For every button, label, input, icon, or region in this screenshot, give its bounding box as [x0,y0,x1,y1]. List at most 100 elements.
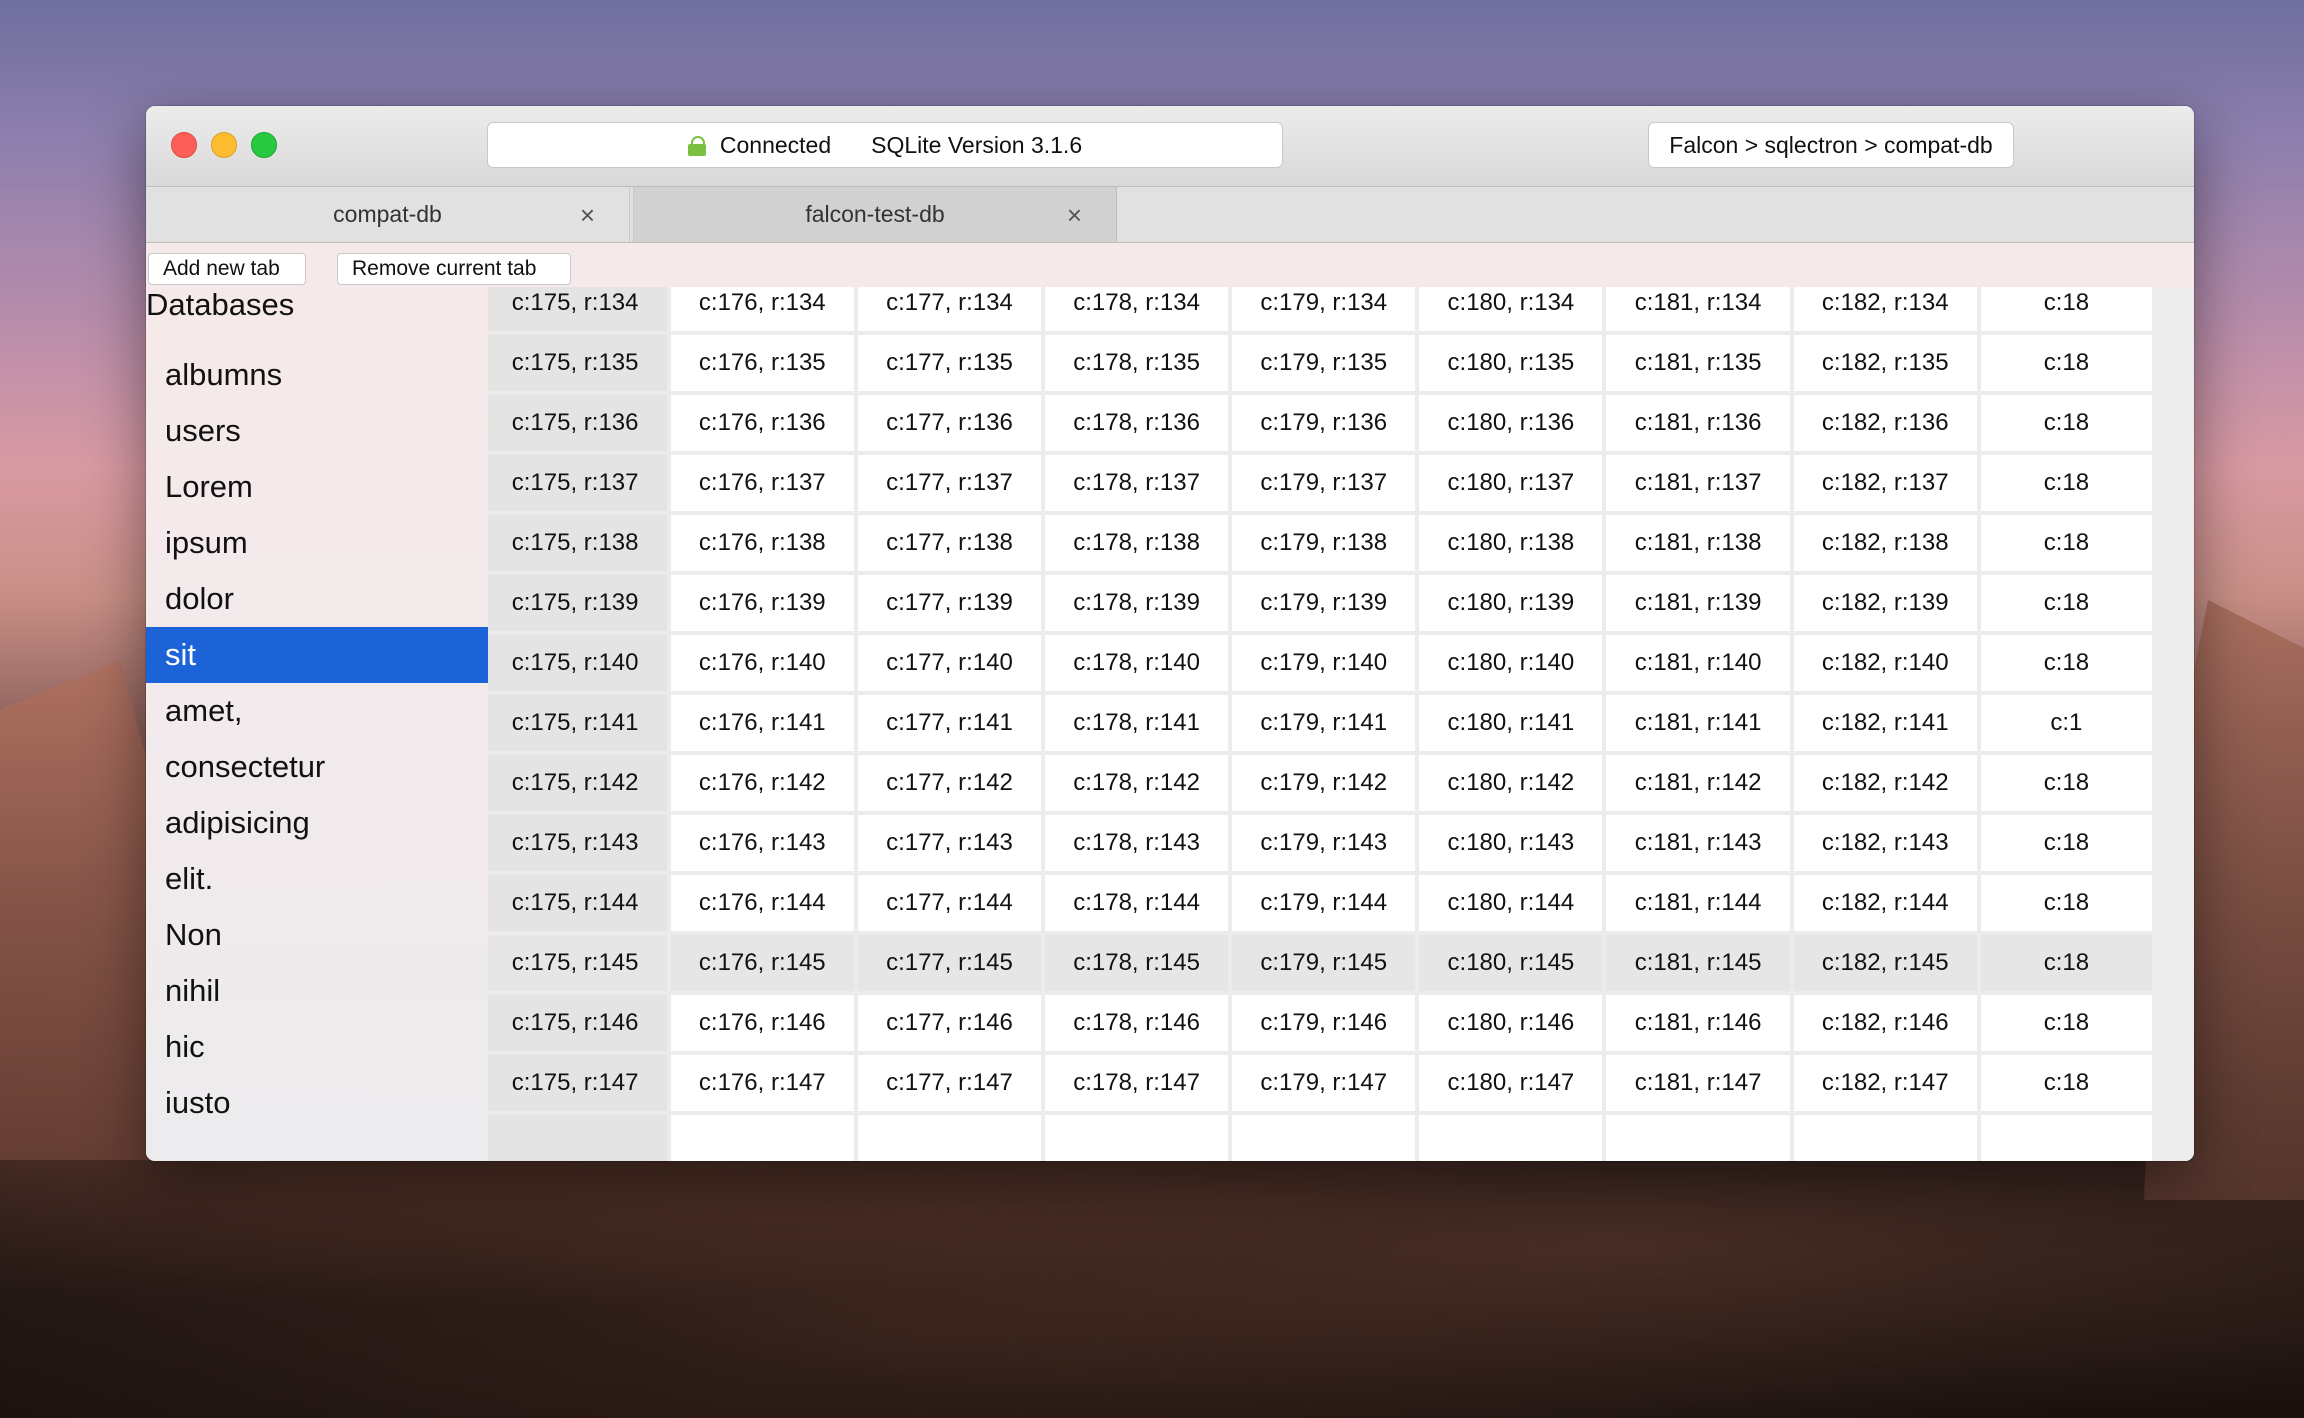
database-item[interactable]: dolor [146,571,488,627]
close-window-button[interactable] [171,132,197,158]
table-row[interactable]: c:175, r:145 c:176, r:145 c:177, r:145 c:17… [488,935,2152,991]
table-cell[interactable]: c:178, r:143 [1045,815,1229,871]
table-row[interactable]: c:175, r:140 c:176, r:140 c:177, r:140 c:17… [488,635,2152,691]
database-item[interactable]: amet, [146,683,488,739]
table-cell[interactable]: c:178, r:136 [1045,395,1229,451]
table-cell[interactable]: c:175, r:143 [488,815,667,871]
table-cell[interactable]: c:18 [1980,455,2152,511]
table-cell[interactable]: c:181, r:143 [1606,815,1790,871]
database-item[interactable]: nihil [146,963,488,1019]
table-cell[interactable]: c:18 [1980,515,2152,571]
table-cell[interactable]: c:181, r:136 [1606,395,1790,451]
table-cell[interactable]: c:179, r:137 [1232,455,1416,511]
database-item[interactable]: elit. [146,851,488,907]
table-cell[interactable]: c:180, r:146 [1419,995,1603,1051]
table-cell[interactable]: c:178, r:139 [1045,575,1229,631]
table-cell[interactable]: c:178, r:135 [1045,335,1229,391]
table-cell[interactable]: c:18 [1980,635,2152,691]
table-cell[interactable]: c:179, r:141 [1232,695,1416,751]
add-new-tab-button[interactable]: Add new tab [148,253,306,285]
table-cell[interactable]: c:178, r:134 [1045,287,1229,331]
table-cell[interactable]: c:182, r:146 [1793,995,1977,1051]
table-cell[interactable]: c:178, r:137 [1045,455,1229,511]
table-cell[interactable]: c:178, r:140 [1045,635,1229,691]
table-cell[interactable]: c:175, r:142 [488,755,667,811]
table-cell[interactable]: c:181, r:145 [1606,935,1790,991]
table-cell[interactable]: c:179, r:147 [1232,1055,1416,1111]
table-cell[interactable]: c:181, r:142 [1606,755,1790,811]
table-cell[interactable]: c:178, r:147 [1045,1055,1229,1111]
table-cell[interactable]: c:182, r:142 [1793,755,1977,811]
table-cell[interactable]: c:182, r:134 [1793,287,1977,331]
table-cell[interactable]: c:177, r:140 [857,635,1042,691]
table-cell[interactable]: c:176, r:139 [670,575,854,631]
table-cell[interactable]: c:18 [1980,995,2152,1051]
table-row[interactable]: c:175, r:143 c:176, r:143 c:177, r:143 c:17… [488,815,2152,871]
table-cell[interactable]: c:177, r:141 [857,695,1042,751]
table-cell[interactable]: c:177, r:137 [857,455,1042,511]
table-cell[interactable]: c:18 [1980,575,2152,631]
table-cell[interactable] [1419,1115,1603,1161]
table-cell[interactable]: c:175, r:136 [488,395,667,451]
table-cell[interactable]: c:177, r:143 [857,815,1042,871]
table-cell[interactable]: c:176, r:135 [670,335,854,391]
table-cell[interactable]: c:176, r:142 [670,755,854,811]
table-cell[interactable]: c:182, r:135 [1793,335,1977,391]
table-cell[interactable]: c:181, r:140 [1606,635,1790,691]
table-cell[interactable]: c:18 [1980,755,2152,811]
table-cell[interactable]: c:180, r:143 [1419,815,1603,871]
table-cell[interactable]: c:175, r:147 [488,1055,667,1111]
table-row[interactable]: c:175, r:137 c:176, r:137 c:177, r:137 c:17… [488,455,2152,511]
table-cell[interactable]: c:181, r:134 [1606,287,1790,331]
table-cell[interactable]: c:175, r:139 [488,575,667,631]
table-cell[interactable]: c:182, r:143 [1793,815,1977,871]
table-cell[interactable]: c:176, r:140 [670,635,854,691]
table-cell[interactable]: c:179, r:136 [1232,395,1416,451]
table-cell[interactable]: c:179, r:140 [1232,635,1416,691]
table-cell[interactable]: c:18 [1980,815,2152,871]
table-cell[interactable]: c:180, r:136 [1419,395,1603,451]
table-row[interactable]: c:175, r:142 c:176, r:142 c:177, r:142 c:17… [488,755,2152,811]
table-cell[interactable]: c:181, r:139 [1606,575,1790,631]
table-cell[interactable]: c:180, r:140 [1419,635,1603,691]
table-cell[interactable] [1232,1115,1416,1161]
database-item[interactable]: Lorem [146,459,488,515]
table-cell[interactable]: c:179, r:139 [1232,575,1416,631]
table-cell[interactable]: c:175, r:138 [488,515,667,571]
table-cell[interactable]: c:181, r:138 [1606,515,1790,571]
table-cell[interactable] [1793,1115,1977,1161]
table-cell[interactable]: c:18 [1980,335,2152,391]
table-cell[interactable]: c:177, r:136 [857,395,1042,451]
database-item[interactable]: consectetur [146,739,488,795]
table-cell[interactable]: c:180, r:137 [1419,455,1603,511]
table-cell[interactable]: c:182, r:147 [1793,1055,1977,1111]
database-item[interactable]: users [146,403,488,459]
database-item[interactable]: ipsum [146,515,488,571]
table-cell[interactable]: c:1 [1980,695,2152,751]
table-cell[interactable]: c:180, r:145 [1419,935,1603,991]
table-cell[interactable]: c:180, r:142 [1419,755,1603,811]
table-cell[interactable]: c:178, r:138 [1045,515,1229,571]
table-cell[interactable]: c:178, r:146 [1045,995,1229,1051]
table-cell[interactable]: c:175, r:137 [488,455,667,511]
table-cell[interactable]: c:175, r:146 [488,995,667,1051]
table-cell[interactable]: c:180, r:144 [1419,875,1603,931]
table-cell[interactable] [1045,1115,1229,1161]
table-row[interactable]: c:175, r:146 c:176, r:146 c:177, r:146 c:17… [488,995,2152,1051]
table-cell[interactable]: c:182, r:140 [1793,635,1977,691]
database-item[interactable]: sit [146,627,488,683]
table-cell[interactable]: c:178, r:141 [1045,695,1229,751]
table-cell[interactable]: c:181, r:147 [1606,1055,1790,1111]
table-cell[interactable]: c:182, r:137 [1793,455,1977,511]
table-cell[interactable]: c:182, r:138 [1793,515,1977,571]
table-row[interactable]: c:175, r:141 c:176, r:141 c:177, r:141 c:17… [488,695,2152,751]
table-cell[interactable]: c:180, r:141 [1419,695,1603,751]
database-item[interactable]: albumns [146,347,488,403]
table-cell[interactable]: c:180, r:147 [1419,1055,1603,1111]
table-cell[interactable]: c:182, r:141 [1793,695,1977,751]
table-cell[interactable]: c:177, r:135 [857,335,1042,391]
table-cell[interactable]: c:18 [1980,395,2152,451]
table-row[interactable] [488,1115,2152,1161]
table-cell[interactable]: c:180, r:139 [1419,575,1603,631]
table-cell[interactable]: c:176, r:141 [670,695,854,751]
